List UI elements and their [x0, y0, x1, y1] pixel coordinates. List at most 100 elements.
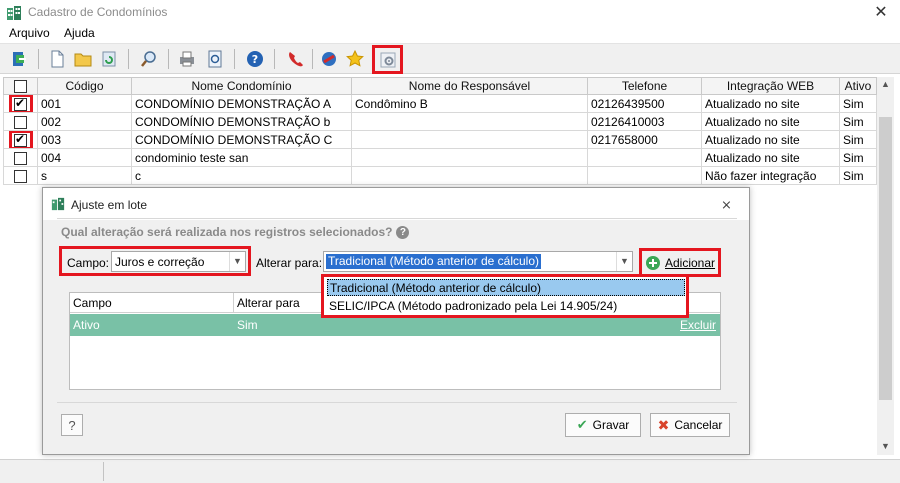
toolbar-separator	[234, 49, 235, 69]
scrollbar-thumb[interactable]	[879, 117, 892, 400]
alterar-select[interactable]: Tradicional (Método anterior de cálculo)…	[323, 251, 633, 272]
close-window-button[interactable]: ✕	[870, 2, 892, 24]
phone-icon	[289, 52, 303, 67]
new-document-icon	[51, 50, 64, 68]
cell-telefone: 02126439500	[587, 94, 702, 113]
cell-nome: c	[131, 166, 352, 185]
svg-text:?: ?	[252, 53, 258, 66]
toolbar: ?	[0, 44, 900, 74]
scroll-down-icon[interactable]: ▼	[881, 441, 890, 451]
cell-integracao: Não fazer integração	[701, 166, 840, 185]
menu-ajuda[interactable]: Ajuda	[64, 26, 95, 40]
cell-ativo: Sim	[839, 166, 877, 185]
row-select-cell[interactable]	[3, 130, 38, 149]
cell-integracao: Atualizado no site	[701, 112, 840, 131]
help-button[interactable]: ?	[61, 414, 83, 436]
cancel-button[interactable]: ✖ Cancelar	[650, 413, 730, 437]
new-button[interactable]	[46, 48, 68, 70]
web-button[interactable]	[318, 48, 340, 70]
cell-codigo: 004	[37, 148, 132, 167]
refresh-icon	[102, 51, 116, 67]
chevron-down-icon[interactable]: ▼	[616, 252, 632, 271]
cell-responsavel	[351, 112, 588, 131]
cell-ativo: Sim	[839, 148, 877, 167]
table-row[interactable]: 002 CONDOMÍNIO DEMONSTRAÇÃO b 0212641000…	[3, 112, 877, 131]
cell-integracao: Atualizado no site	[701, 130, 840, 149]
cell-responsavel	[351, 130, 588, 149]
column-header-codigo[interactable]: Código	[37, 77, 132, 95]
table-row[interactable]: 001 CONDOMÍNIO DEMONSTRAÇÃO A Condômino …	[3, 94, 877, 113]
column-header-telefone[interactable]: Telefone	[587, 77, 702, 95]
help-icon[interactable]: ?	[396, 226, 410, 240]
dropdown-option[interactable]: SELIC/IPCA (Método padronizado pela Lei …	[327, 298, 685, 315]
divider	[57, 218, 737, 219]
row-checkbox[interactable]	[14, 151, 27, 165]
row-select-cell[interactable]	[3, 148, 38, 167]
favorite-button[interactable]	[344, 48, 366, 70]
save-button[interactable]: ✔ Gravar	[565, 413, 641, 437]
alterar-dropdown-list[interactable]: Tradicional (Método anterior de cálculo)…	[321, 274, 689, 318]
status-bar	[0, 459, 900, 483]
cell-ativo: Sim	[839, 112, 877, 131]
menu-arquivo[interactable]: Arquivo	[9, 26, 50, 40]
campo-select[interactable]: Juros e correção ▼	[111, 251, 246, 272]
chevron-down-icon[interactable]: ▼	[229, 252, 245, 271]
toolbar-separator	[274, 49, 275, 69]
help-button[interactable]: ?	[244, 48, 266, 70]
table-header: Código Nome Condomínio Nome do Responsáv…	[3, 77, 877, 95]
highlight-box	[9, 131, 33, 148]
exit-icon	[13, 52, 26, 66]
dropdown-option[interactable]: Tradicional (Método anterior de cálculo)	[327, 279, 685, 296]
cell-codigo: s	[37, 166, 132, 185]
exit-button[interactable]	[8, 48, 30, 70]
cell-codigo: 003	[37, 130, 132, 149]
add-button[interactable]: Adicionar	[643, 252, 717, 273]
column-header-campo[interactable]: Campo	[70, 293, 234, 313]
table-row[interactable]: s c Não fazer integração Sim	[3, 166, 877, 185]
cell-integracao: Atualizado no site	[701, 94, 840, 113]
cell-nome: condominio teste san	[131, 148, 352, 167]
print-button[interactable]	[176, 48, 198, 70]
refresh-button[interactable]	[98, 48, 120, 70]
close-dialog-icon[interactable]: ⨯	[721, 197, 732, 213]
add-button-label: Adicionar	[665, 255, 716, 270]
cell-alterar: Sim	[237, 318, 258, 332]
column-header-ativo[interactable]: Ativo	[839, 77, 877, 95]
scroll-up-icon[interactable]: ▲	[881, 79, 890, 89]
phone-button[interactable]	[284, 48, 306, 70]
print-preview-button[interactable]	[204, 48, 226, 70]
save-button-label: Gravar	[592, 418, 630, 432]
batch-adjust-button[interactable]	[372, 45, 403, 74]
vertical-scrollbar[interactable]: ▲ ▼	[877, 77, 894, 455]
cell-responsavel	[351, 166, 588, 185]
check-icon: ✔	[576, 417, 588, 432]
table-row[interactable]: 004 condominio teste san Atualizado no s…	[3, 148, 877, 167]
menu-bar: Arquivo Ajuda	[0, 24, 900, 44]
column-header-responsavel[interactable]: Nome do Responsável	[351, 77, 588, 95]
search-button[interactable]	[138, 48, 160, 70]
title-bar: Cadastro de Condomínios ✕	[0, 0, 900, 26]
cell-telefone	[587, 148, 702, 167]
row-select-cell[interactable]	[3, 112, 38, 131]
open-button[interactable]	[72, 48, 94, 70]
cell-telefone: 0217658000	[587, 130, 702, 149]
question-label: Qual alteração será realizada nos regist…	[61, 225, 410, 240]
batch-adjust-dialog: Ajuste em lote ⨯ Qual alteração será rea…	[42, 187, 750, 455]
toolbar-separator	[38, 49, 39, 69]
row-checkbox[interactable]	[14, 115, 27, 129]
dialog-title-bar: Ajuste em lote ⨯	[43, 188, 749, 220]
highlight-box	[9, 95, 33, 112]
row-checkbox[interactable]	[14, 169, 27, 183]
select-all-header[interactable]	[3, 77, 38, 95]
toolbar-separator	[312, 49, 313, 69]
row-select-cell[interactable]	[3, 94, 38, 113]
table-row[interactable]: 003 CONDOMÍNIO DEMONSTRAÇÃO C 0217658000…	[3, 130, 877, 149]
row-select-cell[interactable]	[3, 166, 38, 185]
column-header-nome[interactable]: Nome Condomínio	[131, 77, 352, 95]
toolbar-separator	[168, 49, 169, 69]
batch-settings-icon	[380, 52, 395, 67]
question-text: Qual alteração será realizada nos regist…	[61, 225, 393, 239]
select-all-checkbox[interactable]	[14, 80, 27, 94]
column-header-integracao[interactable]: Integração WEB	[701, 77, 840, 95]
cell-responsavel	[351, 148, 588, 167]
